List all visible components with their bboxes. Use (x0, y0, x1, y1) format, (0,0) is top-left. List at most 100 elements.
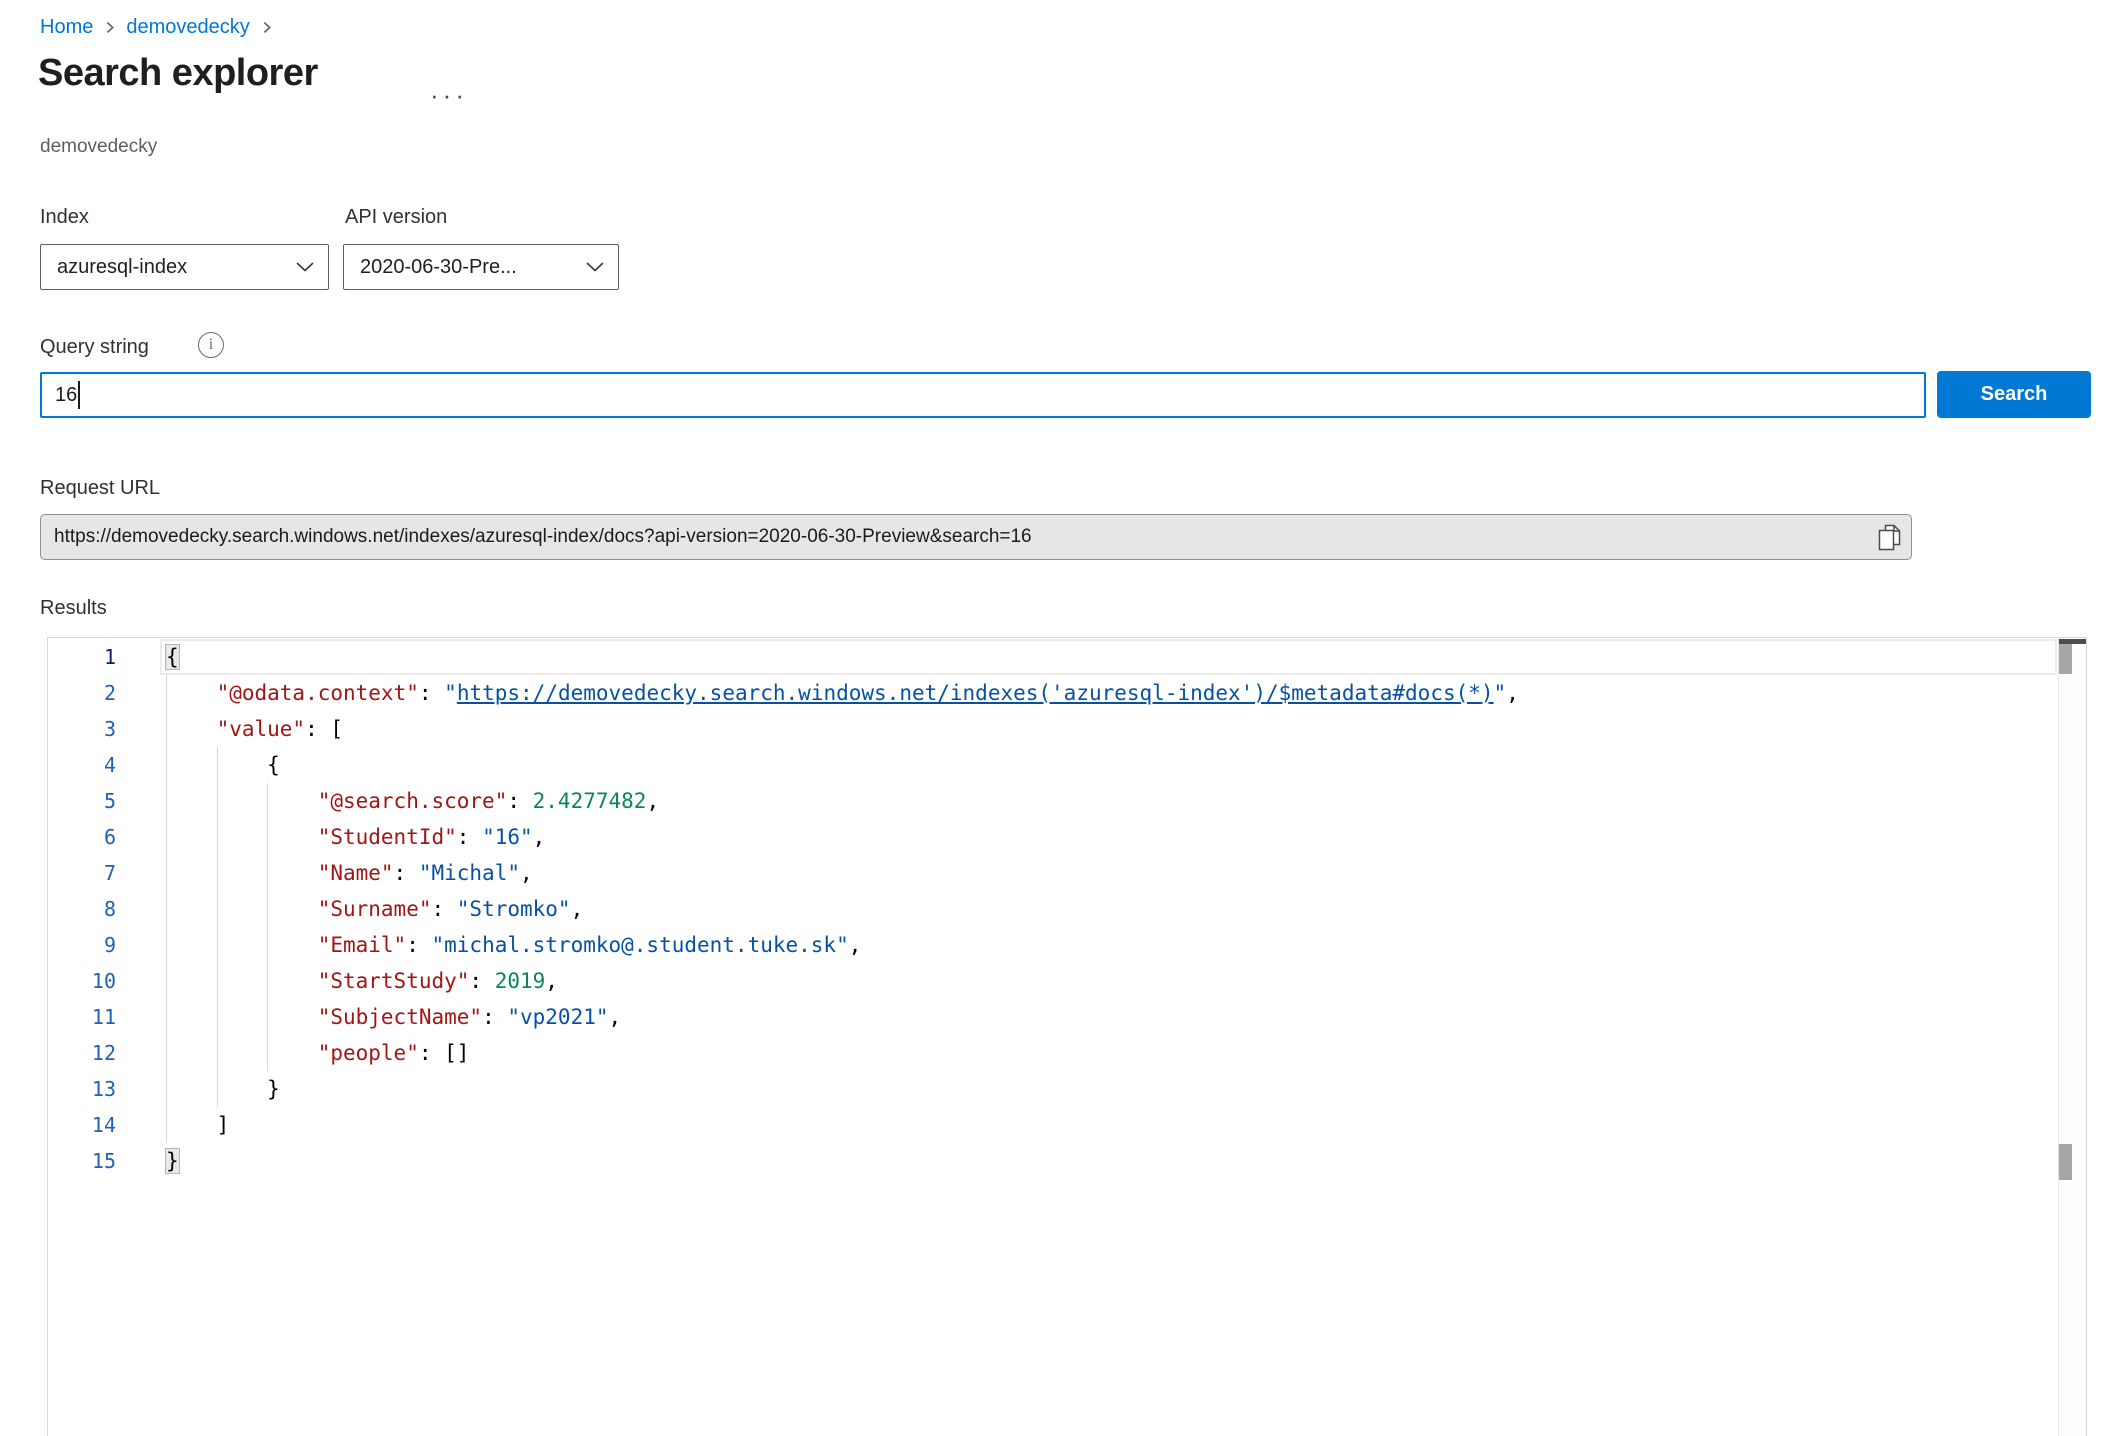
json-token-plain: : (394, 861, 419, 885)
json-token-plain: { (267, 753, 280, 777)
editor-line[interactable]: 6 "StudentId": "16", (48, 819, 2057, 855)
request-url-field[interactable]: https://demovedecky.search.windows.net/i… (40, 514, 1912, 560)
json-token-plain: } (267, 1077, 280, 1101)
indent-guide (267, 855, 318, 891)
indent-guide (166, 783, 217, 819)
chevron-down-icon (586, 262, 604, 272)
json-token-plain: , (646, 789, 659, 813)
json-token-plain: , (1506, 681, 1519, 705)
line-number[interactable]: 10 (48, 963, 116, 999)
api-version-dropdown[interactable]: 2020-06-30-Pre... (343, 244, 619, 290)
editor-line[interactable]: 15} (48, 1143, 2057, 1179)
json-token-plain: , (520, 861, 533, 885)
json-token-str: "Stromko" (457, 897, 571, 921)
json-token-plain: : (406, 933, 431, 957)
indent-guide (267, 927, 318, 963)
indent-guide (166, 1071, 217, 1107)
indent-guide (267, 963, 318, 999)
indent-guide (217, 1071, 268, 1107)
ruler-bracket-mark-line1 (2059, 644, 2072, 674)
json-token-plain: ] (217, 1113, 230, 1137)
json-token-key: "StartStudy" (318, 969, 470, 993)
editor-line[interactable]: 1{ (48, 639, 2057, 675)
indent-guide (166, 855, 217, 891)
editor-line[interactable]: 5 "@search.score": 2.4277482, (48, 783, 2057, 819)
search-button[interactable]: Search (1937, 371, 2091, 418)
indent-guide (166, 1035, 217, 1071)
json-token-key: "Name" (318, 861, 394, 885)
line-number[interactable]: 12 (48, 1035, 116, 1071)
breadcrumb: Home demovedecky (40, 16, 273, 39)
line-number[interactable]: 4 (48, 747, 116, 783)
editor-line[interactable]: 14 ] (48, 1107, 2057, 1143)
json-token-plain: : [ (305, 717, 343, 741)
line-number[interactable]: 8 (48, 891, 116, 927)
line-number[interactable]: 15 (48, 1143, 116, 1179)
odata-context-link[interactable]: https://demovedecky.search.windows.net/i… (457, 681, 1494, 705)
json-token-plain: : (482, 1005, 507, 1029)
json-token-num: 2.4277482 (533, 789, 647, 813)
json-token-str: "michal.stromko@.student.tuke.sk" (432, 933, 849, 957)
line-content: "@search.score": 2.4277482, (116, 783, 659, 819)
query-string-value: 16 (55, 384, 77, 407)
editor-line[interactable]: 7 "Name": "Michal", (48, 855, 2057, 891)
api-version-label: API version (345, 206, 447, 229)
editor-line[interactable]: 12 "people": [] (48, 1035, 2057, 1071)
query-string-input[interactable]: 16 (40, 372, 1926, 418)
indent-guide (267, 999, 318, 1035)
line-number[interactable]: 5 (48, 783, 116, 819)
editor-line[interactable]: 13 } (48, 1071, 2057, 1107)
line-content: { (116, 639, 179, 675)
line-number[interactable]: 9 (48, 927, 116, 963)
ruler-bracket-mark-line15 (2059, 1144, 2072, 1180)
indent-guide (267, 819, 318, 855)
json-token-bracket: } (166, 1149, 179, 1173)
line-number[interactable]: 6 (48, 819, 116, 855)
editor-line[interactable]: 4 { (48, 747, 2057, 783)
editor-line[interactable]: 10 "StartStudy": 2019, (48, 963, 2057, 999)
chevron-right-icon (103, 21, 116, 34)
line-number[interactable]: 2 (48, 675, 116, 711)
json-token-str: "Michal" (419, 861, 520, 885)
editor-line[interactable]: 9 "Email": "michal.stromko@.student.tuke… (48, 927, 2057, 963)
line-number[interactable]: 7 (48, 855, 116, 891)
json-token-plain: : (507, 789, 532, 813)
indent-guide (217, 1035, 268, 1071)
line-number[interactable]: 1 (48, 639, 116, 675)
editor-line[interactable]: 2 "@odata.context": "https://demovedecky… (48, 675, 2057, 711)
indent-guide (217, 927, 268, 963)
request-url-value: https://demovedecky.search.windows.net/i… (41, 526, 1867, 548)
info-icon[interactable]: i (198, 332, 224, 358)
json-token-plain: , (545, 969, 558, 993)
overview-ruler-scrollbar[interactable] (2058, 638, 2086, 1436)
json-token-key: "value" (217, 717, 306, 741)
more-menu-button[interactable]: ··· (430, 80, 468, 111)
line-number[interactable]: 11 (48, 999, 116, 1035)
line-number[interactable]: 13 (48, 1071, 116, 1107)
indent-guide (217, 963, 268, 999)
indent-guide (166, 927, 217, 963)
breadcrumb-service-link[interactable]: demovedecky (126, 16, 249, 39)
results-json-editor[interactable]: 1{2 "@odata.context": "https://demovedec… (47, 637, 2087, 1436)
line-content: "value": [ (116, 711, 343, 747)
copy-button[interactable] (1867, 515, 1911, 559)
json-token-str: " (1494, 681, 1507, 705)
breadcrumb-home-link[interactable]: Home (40, 16, 93, 39)
json-token-plain: , (533, 825, 546, 849)
line-content: "Name": "Michal", (116, 855, 533, 891)
json-token-plain: : (457, 825, 482, 849)
line-number[interactable]: 3 (48, 711, 116, 747)
indent-guide (267, 891, 318, 927)
line-content: "people": [] (116, 1035, 469, 1071)
json-token-num: 2019 (495, 969, 546, 993)
editor-line[interactable]: 11 "SubjectName": "vp2021", (48, 999, 2057, 1035)
index-dropdown[interactable]: azuresql-index (40, 244, 329, 290)
json-token-plain: : [] (419, 1041, 470, 1065)
indent-guide (217, 819, 268, 855)
json-token-bracket: { (166, 645, 179, 669)
editor-line[interactable]: 3 "value": [ (48, 711, 2057, 747)
editor-line[interactable]: 8 "Surname": "Stromko", (48, 891, 2057, 927)
indent-guide (166, 675, 217, 711)
json-token-str: "vp2021" (507, 1005, 608, 1029)
line-number[interactable]: 14 (48, 1107, 116, 1143)
